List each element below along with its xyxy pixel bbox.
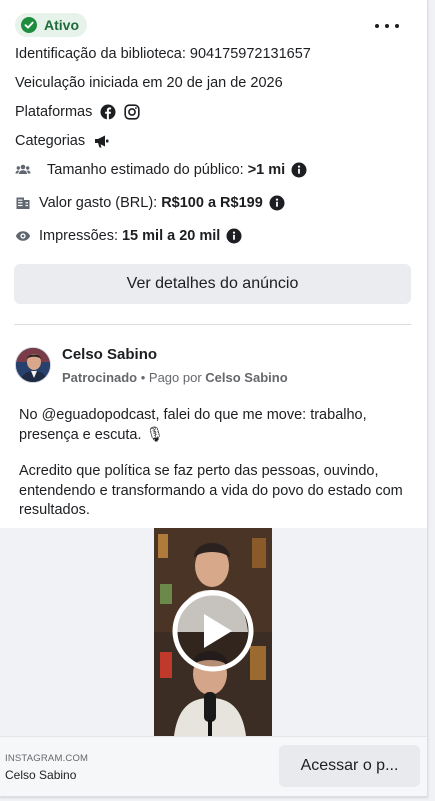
library-id-row: Identificação da biblioteca: 90417597213… xyxy=(15,46,311,62)
link-domain: INSTAGRAM.COM xyxy=(5,753,89,764)
link-title: Celso Sabino xyxy=(5,768,77,782)
people-icon xyxy=(15,164,31,174)
ad-details-button[interactable]: Ver detalhes do anúncio xyxy=(14,264,411,304)
start-date-row: Veiculação iniciada em 20 de jan de 2026 xyxy=(15,75,283,91)
status-row: Ativo xyxy=(15,13,87,37)
spend-label: Valor gasto (BRL): xyxy=(39,195,158,211)
paid-by-prefix: • Pago por xyxy=(137,370,206,385)
sponsored-line: Patrocinado • Pago por Celso Sabino xyxy=(62,370,288,385)
platforms-row: Plataformas xyxy=(15,104,140,120)
impressions-value: 15 mil a 20 mil xyxy=(121,228,221,244)
avatar[interactable] xyxy=(15,347,51,383)
library-id-value: 904175972131657 xyxy=(189,46,311,62)
cta-button[interactable]: Acessar o p... xyxy=(279,745,420,787)
eye-icon xyxy=(15,231,31,241)
start-date-text: Veiculação iniciada em 20 de jan de 2026 xyxy=(15,75,283,91)
categories-row: Categorias xyxy=(15,133,110,149)
status-text: Ativo xyxy=(44,17,79,33)
more-options-icon[interactable] xyxy=(375,16,399,36)
info-icon[interactable] xyxy=(226,228,242,244)
impressions-label: Impressões: xyxy=(39,228,118,244)
receipt-icon xyxy=(16,197,30,209)
link-footer[interactable]: INSTAGRAM.COM Celso Sabino Acessar o p..… xyxy=(0,736,427,796)
paid-by-name: Celso Sabino xyxy=(205,370,288,385)
post-text-paragraph-1: No @eguadopodcast, falei do que me move:… xyxy=(19,407,367,443)
megaphone-icon xyxy=(95,135,109,148)
info-icon[interactable] xyxy=(269,195,285,211)
status-badge: Ativo xyxy=(15,13,87,37)
categories-label: Categorias xyxy=(15,133,86,149)
divider xyxy=(14,324,411,325)
info-icon[interactable] xyxy=(291,162,307,178)
audience-value: >1 mi xyxy=(247,162,286,178)
impressions-row: Impressões: 15 mil a 20 mil xyxy=(15,228,242,244)
audience-row: Tamanho estimado do público: >1 mi xyxy=(15,162,307,178)
check-circle-icon xyxy=(21,17,37,33)
advertiser-name[interactable]: Celso Sabino xyxy=(62,346,157,363)
instagram-icon xyxy=(124,104,140,120)
facebook-icon xyxy=(100,104,116,120)
post-text-paragraph-2: Acredito que política se faz perto das p… xyxy=(19,463,403,518)
ad-card: Ativo Identificação da biblioteca: 90417… xyxy=(0,0,428,797)
library-id-label: Identificação da biblioteca: xyxy=(15,46,186,62)
audience-label: Tamanho estimado do público: xyxy=(47,162,244,178)
platforms-label: Plataformas xyxy=(15,104,93,120)
sponsored-label: Patrocinado xyxy=(62,370,138,385)
play-icon[interactable] xyxy=(171,589,255,673)
spend-row: Valor gasto (BRL): R$100 a R$199 xyxy=(15,195,285,211)
spend-value: R$100 a R$199 xyxy=(161,195,263,211)
